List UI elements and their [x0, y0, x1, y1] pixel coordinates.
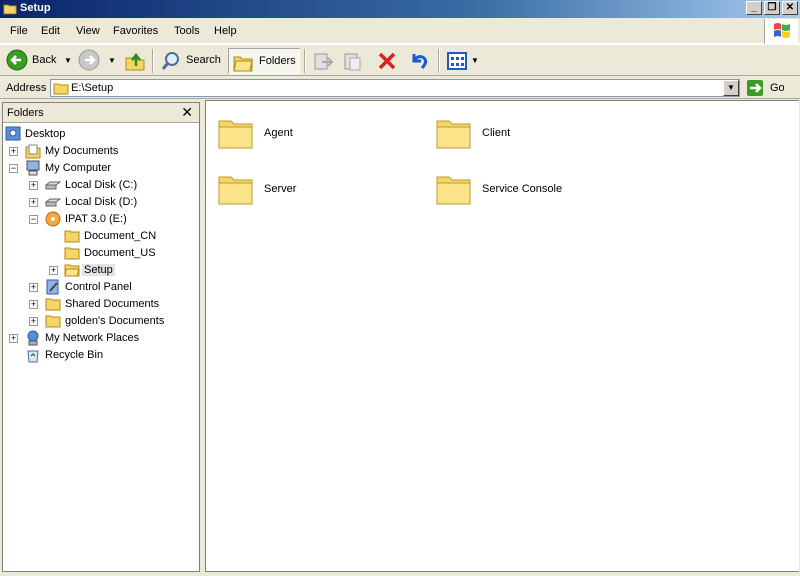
chevron-down-icon[interactable]: ▼	[471, 56, 479, 65]
views-button[interactable]: ▼	[444, 48, 480, 74]
folder-item-server[interactable]: Server	[216, 169, 416, 213]
back-arrow-icon	[6, 49, 28, 71]
forward-button[interactable]: ▼	[76, 48, 116, 74]
restore-button[interactable]: ❐	[764, 1, 780, 15]
close-pane-icon[interactable]: ✕	[181, 105, 193, 119]
expand-icon[interactable]: +	[29, 198, 38, 207]
folder-icon	[436, 176, 471, 205]
folders-button[interactable]: Folders	[228, 48, 300, 74]
folder-item-service-console[interactable]: Service Console	[434, 169, 634, 213]
copy-to-icon	[344, 53, 361, 71]
status-bar	[0, 572, 800, 576]
menu-help[interactable]: Help	[214, 25, 237, 37]
address-value: E:\Setup	[71, 82, 114, 94]
expand-icon[interactable]: +	[9, 147, 18, 156]
menu-file[interactable]: File	[10, 25, 28, 37]
copy-to-button[interactable]	[340, 48, 366, 74]
windows-logo-icon	[764, 19, 798, 44]
move-to-button[interactable]	[310, 48, 336, 74]
recycle-bin-icon	[27, 350, 39, 363]
my-computer-icon	[26, 160, 40, 176]
folder-item-client[interactable]: Client	[434, 113, 634, 157]
address-input[interactable]: E:\Setup ▼	[50, 79, 740, 97]
control-panel-icon	[46, 279, 59, 295]
folders-pane: Folders ✕ Desktop + My Documents − My Co…	[2, 102, 200, 572]
collapse-icon[interactable]: −	[9, 164, 18, 173]
undo-button[interactable]	[406, 48, 432, 74]
search-button[interactable]: Search	[158, 48, 224, 74]
undo-icon	[412, 54, 428, 70]
chevron-down-icon[interactable]: ▼	[108, 56, 116, 65]
folder-icon	[64, 230, 80, 243]
search-icon	[161, 52, 179, 70]
views-icon	[447, 52, 467, 70]
chevron-down-icon[interactable]: ▼	[64, 56, 72, 65]
go-arrow-icon	[747, 80, 763, 96]
expand-icon[interactable]: +	[29, 283, 38, 292]
menu-tools[interactable]: Tools	[174, 25, 200, 37]
file-list: Agent Client Server Service Console	[205, 100, 799, 572]
my-documents-icon	[25, 144, 41, 159]
folder-icon	[436, 120, 471, 149]
collapse-icon[interactable]: −	[29, 215, 38, 224]
window-title: Setup	[20, 2, 51, 14]
menu-edit[interactable]: Edit	[41, 25, 60, 37]
expand-icon[interactable]: +	[9, 334, 18, 343]
folder-icon	[53, 83, 69, 95]
forward-arrow-icon	[78, 49, 100, 71]
title-bar[interactable]: Setup _ ❐ ✕	[0, 0, 800, 18]
expand-icon[interactable]: +	[29, 181, 38, 190]
hard-drive-icon	[45, 181, 61, 190]
folder-item-agent[interactable]: Agent	[216, 113, 416, 157]
folder-icon	[45, 298, 61, 311]
menu-favorites[interactable]: Favorites	[113, 25, 158, 37]
folders-icon	[233, 56, 253, 72]
expand-icon[interactable]: +	[49, 266, 58, 275]
desktop-icon	[5, 126, 21, 141]
hard-drive-icon	[45, 198, 61, 207]
address-dropdown-button[interactable]: ▼	[723, 80, 739, 96]
expand-icon[interactable]: +	[29, 300, 38, 309]
address-bar: Address E:\Setup ▼ Go	[0, 77, 800, 99]
up-folder-button[interactable]	[122, 48, 148, 74]
close-button[interactable]: ✕	[782, 1, 798, 15]
back-button[interactable]: Back ▼	[4, 48, 72, 74]
folder-icon	[45, 315, 61, 328]
folder-icon	[218, 120, 253, 149]
folders-pane-header: Folders ✕	[3, 103, 199, 123]
minimize-button[interactable]: _	[746, 1, 762, 15]
folder-open-icon	[64, 264, 80, 277]
move-to-icon	[314, 53, 334, 70]
expand-icon[interactable]: +	[29, 317, 38, 326]
folder-icon	[64, 247, 80, 260]
menu-view[interactable]: View	[76, 25, 100, 37]
delete-button[interactable]	[374, 48, 400, 74]
network-icon	[27, 330, 39, 346]
folder-icon	[3, 4, 17, 15]
delete-icon	[378, 52, 396, 70]
toolbar: Back ▼ ▼ Search Folders ▼	[0, 44, 800, 76]
up-folder-icon	[125, 52, 145, 71]
folder-icon	[218, 176, 253, 205]
folders-pane-title: Folders	[7, 107, 44, 119]
go-button[interactable]: Go	[744, 79, 796, 97]
cd-drive-icon	[45, 211, 61, 227]
menu-bar: File Edit View Favorites Tools Help	[0, 19, 800, 44]
address-label: Address	[6, 82, 47, 94]
toolbar-separator	[304, 49, 306, 73]
toolbar-separator	[438, 49, 440, 73]
toolbar-separator	[152, 49, 154, 73]
